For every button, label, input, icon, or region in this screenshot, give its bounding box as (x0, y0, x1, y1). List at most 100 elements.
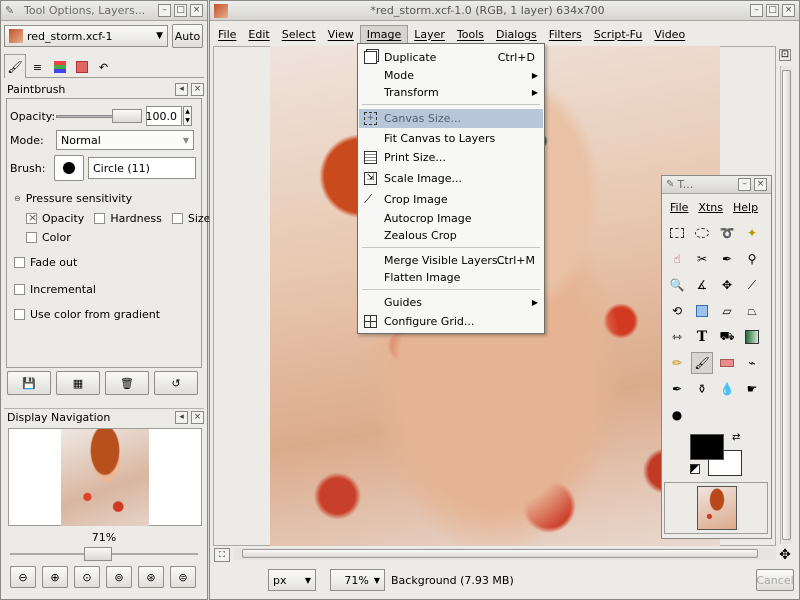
dodge-burn-tool[interactable]: ● (666, 404, 688, 426)
blend-tool[interactable] (741, 326, 763, 348)
opacity-spinner[interactable]: ▲ ▼ (183, 106, 192, 126)
tab-patterns[interactable] (71, 57, 92, 77)
minimize-button[interactable]: – (738, 178, 751, 191)
menu-item-crop-image[interactable]: ⟋ Crop Image (359, 190, 543, 209)
image-select[interactable]: red_storm.xcf-1 ▼ (4, 25, 168, 47)
eraser-tool[interactable] (716, 352, 738, 374)
nav-zoom-slider[interactable] (10, 547, 198, 561)
reset-options-button[interactable]: ↺ (154, 371, 198, 395)
menu-item-transform[interactable]: Transform ▶ (359, 83, 543, 102)
tool-options-titlebar[interactable]: ✎ Tool Options, Layers... – □ × (1, 1, 207, 21)
menu-layer[interactable]: Layer (408, 26, 451, 43)
menu-script-fu[interactable]: Script-Fu (588, 26, 649, 43)
horizontal-scrollbar[interactable] (234, 548, 776, 560)
vertical-scroll-thumb[interactable] (782, 70, 791, 540)
opacity-checkbox[interactable] (26, 211, 37, 224)
ink-tool[interactable]: ✒ (666, 378, 688, 400)
menu-item-flatten[interactable]: Flatten Image (359, 268, 543, 287)
color-picker-tool[interactable]: ⚲ (741, 248, 763, 270)
menu-select[interactable]: Select (276, 26, 322, 43)
menu-video[interactable]: Video (648, 26, 691, 43)
toolbox-menu-xtns[interactable]: Xtns (698, 201, 723, 219)
nav-close-button[interactable]: × (191, 411, 204, 424)
opacity-input[interactable]: 100.0 (146, 106, 182, 126)
default-colors-icon[interactable] (690, 464, 700, 474)
menu-dialogs[interactable]: Dialogs (490, 26, 543, 43)
bucket-fill-tool[interactable]: ⛟ (716, 326, 738, 348)
zoom-fill-button[interactable]: ⊛ (138, 566, 164, 588)
opacity-slider[interactable] (56, 109, 142, 123)
zoom-tool[interactable]: 🔍 (666, 274, 688, 296)
pressure-expander[interactable]: ⊖ Pressure sensitivity (14, 192, 132, 205)
minimize-button[interactable]: – (158, 4, 171, 17)
fade-out-checkbox[interactable] (14, 257, 25, 268)
toolbox-menu-file[interactable]: File (670, 201, 688, 219)
close-button[interactable]: × (782, 4, 795, 17)
delete-options-button[interactable]: 🗑 (105, 371, 149, 395)
incremental-checkbox[interactable] (14, 284, 25, 295)
measure-tool[interactable]: ∡ (691, 274, 713, 296)
paths-tool[interactable]: ✒ (716, 248, 738, 270)
zoom-out-button[interactable]: ⊖ (10, 566, 36, 588)
menu-image[interactable]: Image (359, 25, 409, 43)
zoom-select[interactable]: 71% ▼ (330, 569, 385, 591)
perspective-tool[interactable]: ⏢ (741, 300, 763, 322)
nav-zoom-handle[interactable] (84, 547, 112, 561)
close-button[interactable]: × (190, 4, 203, 17)
restore-options-button[interactable]: ▦ (56, 371, 100, 395)
maximize-button[interactable]: □ (766, 4, 779, 17)
panel-close-button[interactable]: × (191, 82, 204, 96)
paintbrush-tool[interactable]: 🖌 (691, 352, 713, 374)
menu-item-duplicate[interactable]: Duplicate Ctrl+D (359, 48, 543, 67)
scale-tool[interactable] (691, 300, 713, 322)
auto-button[interactable]: Auto (172, 24, 203, 48)
toolbox-menu-help[interactable]: Help (733, 201, 758, 219)
swap-colors-icon[interactable]: ⇄ (732, 432, 740, 443)
cancel-button[interactable]: Cancel (756, 569, 794, 591)
color-checkbox[interactable] (26, 232, 37, 243)
zoom-fit-button[interactable]: ⊚ (106, 566, 132, 588)
menu-item-guides[interactable]: Guides ▶ (359, 293, 543, 312)
fuzzy-select-tool[interactable]: ✦ (741, 222, 763, 244)
ellipse-select-tool[interactable] (691, 222, 713, 244)
menu-item-print-size[interactable]: Print Size... (359, 148, 543, 167)
menu-item-canvas-size[interactable]: + Canvas Size... (359, 109, 543, 128)
image-window-titlebar[interactable]: *red_storm.xcf-1.0 (RGB, 1 layer) 634x70… (210, 1, 799, 21)
menu-item-scale-image[interactable]: ⇲ Scale Image... (359, 169, 543, 188)
rect-select-tool[interactable] (666, 222, 688, 244)
horizontal-scroll-thumb[interactable] (242, 549, 758, 558)
active-image-preview[interactable] (664, 482, 768, 534)
zoom-in-button[interactable]: ⊕ (42, 566, 68, 588)
nav-menu-button[interactable]: ◂ (175, 411, 188, 424)
flip-tool[interactable]: ⇿ (666, 326, 688, 348)
brush-name-field[interactable]: Circle (11) (88, 157, 196, 179)
zoom-100-button[interactable]: ⊙ (74, 566, 100, 588)
menu-item-configure-grid[interactable]: Configure Grid... (359, 312, 543, 331)
tab-channels[interactable] (49, 57, 70, 77)
shear-tool[interactable]: ▱ (716, 300, 738, 322)
tab-tool-options[interactable]: 🖌 (4, 54, 26, 78)
foreground-color-swatch[interactable] (690, 434, 724, 460)
blur-tool[interactable]: 💧 (716, 378, 738, 400)
brush-preview-button[interactable] (54, 155, 84, 181)
menu-filters[interactable]: Filters (543, 26, 588, 43)
pencil-tool[interactable]: ✏ (666, 352, 688, 374)
crop-tool[interactable]: ⟋ (741, 274, 763, 296)
close-button[interactable]: × (754, 178, 767, 191)
save-options-button[interactable]: 💾 (7, 371, 51, 395)
move-tool[interactable]: ✥ (716, 274, 738, 296)
menu-file[interactable]: File (212, 26, 242, 43)
tab-undo[interactable]: ↶ (93, 57, 114, 77)
opacity-slider-handle[interactable] (112, 109, 142, 123)
airbrush-tool[interactable]: ⌁ (741, 352, 763, 374)
select-by-color-tool[interactable]: ☝ (666, 248, 688, 270)
navigate-button[interactable]: ✥ (776, 546, 794, 564)
free-select-tool[interactable]: ➰ (716, 222, 738, 244)
smudge-tool[interactable]: ☛ (741, 378, 763, 400)
zoom-shrink-button[interactable]: ⊜ (170, 566, 196, 588)
text-tool[interactable]: T (691, 326, 713, 348)
size-checkbox[interactable] (171, 213, 183, 224)
menu-item-fit-canvas[interactable]: Fit Canvas to Layers (359, 129, 543, 148)
panel-menu-button[interactable]: ◂ (175, 82, 188, 96)
quick-mask-button[interactable]: ⛶ (214, 548, 230, 562)
